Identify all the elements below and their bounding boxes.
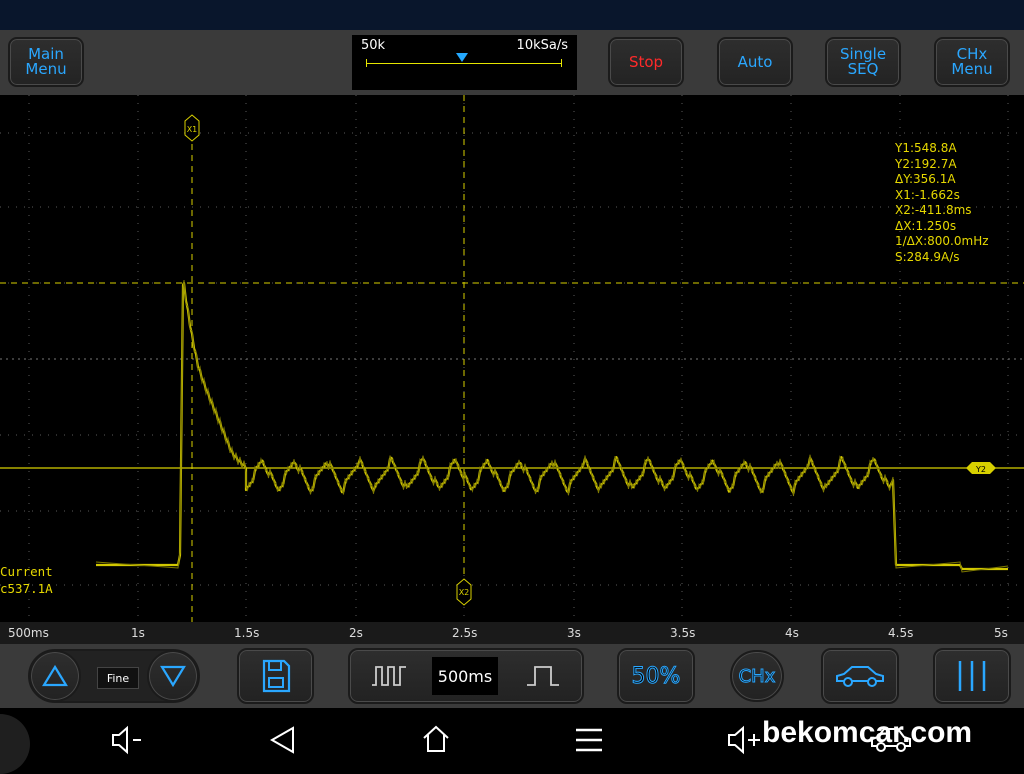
- x-tick-label: 3.5s: [670, 626, 696, 640]
- memory-bar: [366, 63, 561, 64]
- waveform-noise: [95, 279, 1009, 573]
- timebase-increase-button[interactable]: [506, 652, 580, 700]
- sample-points: 50k: [361, 38, 386, 53]
- triangle-down-icon: [160, 665, 186, 688]
- x-tick-label: 4.5s: [888, 626, 914, 640]
- decrease-button[interactable]: [147, 650, 199, 702]
- view-position-marker[interactable]: [456, 53, 468, 62]
- measurement-x1: X1:-1.662s: [895, 187, 960, 202]
- menu-icon[interactable]: [574, 726, 604, 754]
- back-icon[interactable]: [268, 725, 298, 755]
- channel-value: c537.1A: [0, 581, 53, 596]
- timebase-decrease-button[interactable]: [352, 652, 426, 700]
- sample-rate: 10kSa/s: [516, 38, 568, 53]
- measurement-x2: X2:-411.8ms: [895, 203, 972, 217]
- more-options-button[interactable]: [933, 648, 1011, 704]
- increase-button[interactable]: [29, 650, 81, 702]
- slow-pulse-icon: [527, 666, 559, 686]
- current-waveform: [96, 281, 1008, 571]
- volume-down-icon[interactable]: [110, 725, 146, 755]
- measurement-slope: S:284.9A/s: [895, 249, 960, 264]
- cursor-y2-handle[interactable]: Y2: [966, 462, 996, 474]
- channel-name: Current: [0, 564, 53, 579]
- cursor-measurements: Y1:548.8A Y2:192.7A ΔY:356.1A X1:-1.662s…: [895, 141, 989, 265]
- fine-toggle[interactable]: Fine: [97, 667, 139, 689]
- volume-up-icon[interactable]: [726, 725, 762, 755]
- x-tick-label: 2.5s: [452, 626, 478, 640]
- memory-bar-start: [366, 59, 367, 67]
- svg-text:X2: X2: [459, 588, 470, 597]
- car-icon: [836, 666, 884, 687]
- trigger-50-label: 50%: [631, 663, 681, 689]
- measurement-y2: Y2:192.7A: [895, 156, 957, 171]
- measurement-delta-x: ΔX:1.250s: [895, 218, 957, 233]
- floppy-disk-icon: [262, 659, 290, 693]
- vehicle-button[interactable]: [821, 648, 899, 704]
- triangle-up-icon: [42, 664, 68, 687]
- vertical-bars-icon: [958, 661, 986, 691]
- measurement-delta-y: ΔY:356.1A: [895, 172, 956, 186]
- grid: [0, 95, 1024, 622]
- trigger-50-button[interactable]: 50%: [617, 648, 695, 704]
- status-bar: [0, 0, 1024, 30]
- x-tick-label: 2s: [349, 626, 363, 640]
- waveform-display[interactable]: X1 X2 Y2: [0, 95, 1024, 622]
- x-tick-label: 1s: [131, 626, 145, 640]
- measurement-y1: Y1:548.8A: [895, 141, 957, 155]
- single-seq-button[interactable]: Single SEQ: [825, 37, 901, 87]
- measurement-frequency: 1/ΔX:800.0mHz: [895, 234, 989, 248]
- side-handle[interactable]: [0, 714, 30, 774]
- channel-select-button[interactable]: CHx: [730, 650, 784, 702]
- fast-pulse-icon: [372, 666, 406, 686]
- chx-menu-button[interactable]: CHx Menu: [934, 37, 1010, 87]
- timebase-value: 500ms: [432, 657, 498, 695]
- main-menu-button[interactable]: Main Menu: [8, 37, 84, 87]
- svg-text:X1: X1: [187, 125, 198, 134]
- channel-select-label: CHx: [738, 665, 776, 687]
- x-tick-label: 1.5s: [234, 626, 260, 640]
- home-icon[interactable]: [420, 723, 452, 755]
- channel-label: Current c537.1A: [0, 563, 53, 597]
- svg-text:Y2: Y2: [975, 465, 986, 474]
- x-tick-label: 5s: [994, 626, 1008, 640]
- watermark: bekomcar.com: [762, 716, 973, 749]
- timebase-indicator[interactable]: 50k 10kSa/s: [352, 35, 577, 90]
- x-tick-label: 4s: [785, 626, 799, 640]
- x-tick-label: 3s: [567, 626, 581, 640]
- memory-bar-end: [561, 59, 562, 67]
- cursor-x2-handle[interactable]: X2: [456, 578, 472, 606]
- cursor-x1-handle[interactable]: X1: [184, 114, 200, 142]
- x-tick-label: 500ms: [8, 626, 49, 640]
- time-axis: 500ms 1s 1.5s 2s 2.5s 3s 3.5s 4s 4.5s 5s: [0, 622, 1024, 644]
- bottom-toolbar: Fine 500ms 50% CHx: [0, 644, 1024, 708]
- auto-button[interactable]: Auto: [717, 37, 793, 87]
- stop-button[interactable]: Stop: [608, 37, 684, 87]
- save-button[interactable]: [237, 648, 314, 704]
